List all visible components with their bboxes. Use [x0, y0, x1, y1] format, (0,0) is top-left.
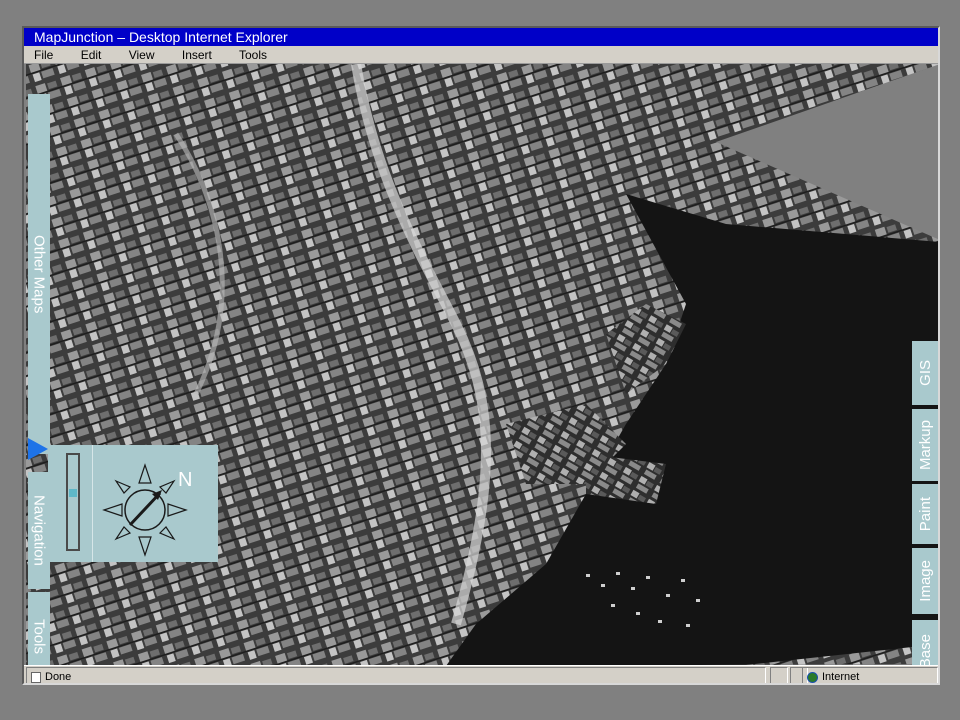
tab-paint[interactable]: Paint: [912, 484, 938, 544]
tab-other-maps[interactable]: Other Maps: [28, 94, 50, 454]
menu-tools[interactable]: Tools: [239, 48, 267, 62]
compass-arrow-northeast-icon: [158, 479, 176, 494]
window-title: MapJunction – Desktop Internet Explorer: [34, 29, 288, 45]
compass-arrow-west-icon: [102, 503, 123, 517]
compass-arrow-south-icon: [138, 536, 152, 557]
compass-arrow-north-icon: [138, 463, 152, 484]
tab-base-label: Base: [916, 633, 934, 666]
tab-tools[interactable]: Tools: [28, 592, 50, 666]
tab-base[interactable]: Base: [912, 620, 938, 666]
status-text: Done: [45, 671, 72, 683]
status-bar: Done Internet: [24, 665, 938, 683]
tab-gis-label: GIS: [916, 360, 934, 386]
expand-arrow-icon[interactable]: [28, 438, 48, 460]
tab-tools-label: Tools: [30, 619, 48, 655]
page-icon: [31, 671, 41, 683]
north-label: N: [178, 469, 193, 491]
tab-paint-label: Paint: [916, 496, 934, 532]
compass-arrow-northwest-icon: [114, 479, 132, 494]
compass-arrow-southwest-icon: [114, 526, 132, 541]
tab-navigation-label: Navigation: [30, 495, 48, 566]
aerial-map[interactable]: [26, 64, 940, 666]
tab-navigation[interactable]: Navigation: [28, 472, 50, 589]
status-cell-empty-1: [770, 667, 788, 683]
menu-edit[interactable]: Edit: [81, 48, 102, 62]
browser-window: MapJunction – Desktop Internet Explorer …: [22, 26, 940, 685]
zoom-slider-thumb[interactable]: [69, 489, 77, 498]
security-zone-cell: Internet: [802, 667, 938, 683]
menu-view[interactable]: View: [129, 48, 155, 62]
title-bar: MapJunction – Desktop Internet Explorer: [24, 28, 938, 46]
menu-insert[interactable]: Insert: [182, 48, 212, 62]
tab-markup[interactable]: Markup: [912, 409, 938, 481]
menu-file[interactable]: File: [34, 48, 53, 62]
tab-gis[interactable]: GIS: [912, 341, 938, 405]
compass[interactable]: [100, 461, 190, 559]
navigation-panel: N: [48, 445, 218, 562]
tab-markup-label: Markup: [916, 419, 934, 471]
nav-divider: [92, 445, 93, 562]
compass-arrow-east-icon: [167, 503, 188, 517]
tab-image[interactable]: Image: [912, 548, 938, 614]
status-text-cell: Done: [26, 667, 766, 683]
tab-other-maps-label: Other Maps: [30, 234, 48, 314]
compass-arrow-southeast-icon: [158, 526, 176, 541]
zone-label: Internet: [822, 671, 860, 683]
map-viewport[interactable]: Other Maps Navigation Tools GIS Markup P…: [26, 64, 940, 666]
menu-bar: File Edit View Insert Tools: [24, 46, 938, 64]
globe-icon: [807, 671, 818, 683]
zoom-slider-track[interactable]: [66, 453, 80, 551]
tab-image-label: Image: [916, 560, 934, 602]
